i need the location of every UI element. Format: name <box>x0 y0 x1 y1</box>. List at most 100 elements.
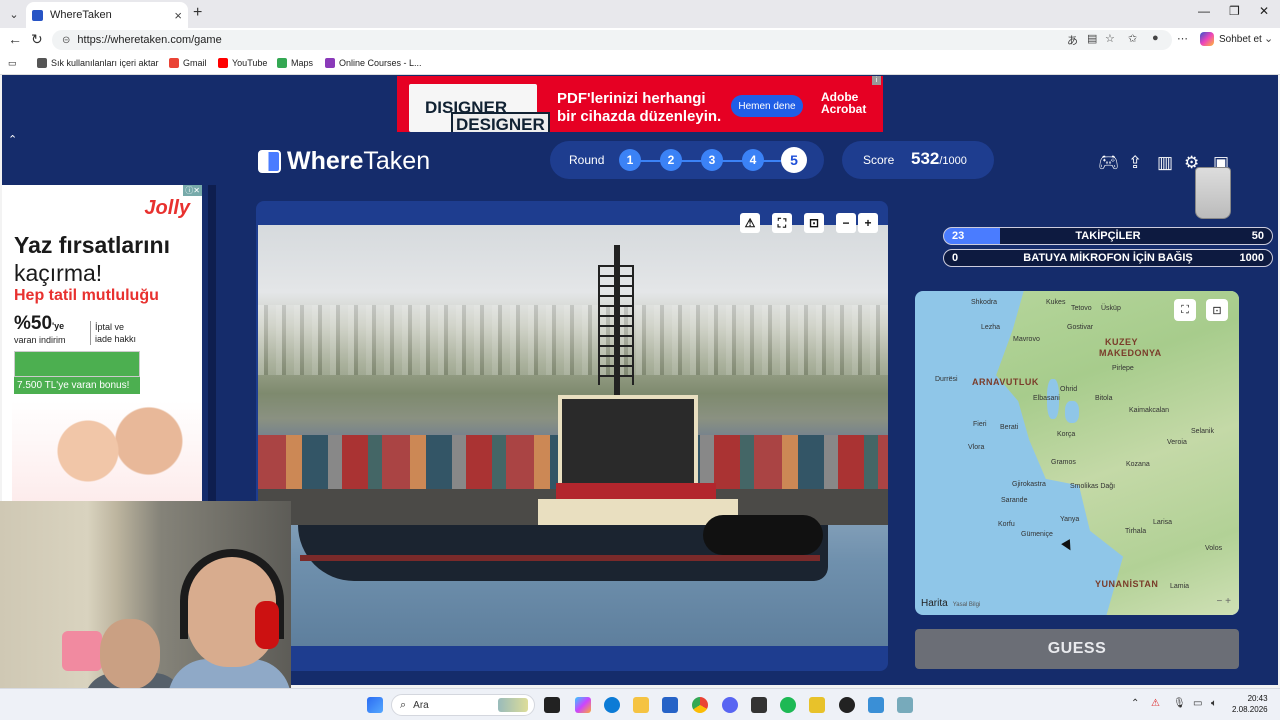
map-fullscreen-icon[interactable]: ⛶ <box>1174 299 1196 321</box>
fullscreen-icon[interactable]: ⛶ <box>772 213 792 233</box>
gamepad-icon[interactable]: 🎮︎ <box>1098 153 1120 173</box>
copilot-button[interactable]: Sohbet et <box>1200 32 1262 46</box>
goal-label: BATUYA MİKROFON İÇİN BAĞIŞ <box>1023 252 1193 264</box>
translate-icon[interactable]: あ <box>1067 32 1078 48</box>
round-dot-2: 2 <box>660 149 682 171</box>
map-label: Elbasani <box>1033 395 1060 402</box>
ad-info-icon[interactable]: i <box>872 76 881 85</box>
bookmarks-bar: ▭ Sık kullanılanları içeri aktar Gmail Y… <box>0 52 1280 75</box>
restore-icon[interactable]: ❐ <box>1229 4 1240 18</box>
courses-icon <box>325 58 335 68</box>
tab-bar: ⌄ WhereTaken × + — ❐ ✕ <box>0 0 1280 28</box>
new-tab-button[interactable]: + <box>193 4 202 22</box>
file-explorer-icon[interactable] <box>633 697 649 713</box>
goal-target: 50 <box>1251 230 1264 242</box>
map-label: Gjirokastra <box>1012 481 1046 488</box>
discord-icon[interactable] <box>722 697 738 713</box>
ad-brand-line2: Acrobat <box>821 102 867 116</box>
more-menu-icon[interactable]: ⋯ <box>1177 32 1188 45</box>
sidebar-toggle-icon[interactable]: ▭ <box>8 58 17 69</box>
microphone-icon[interactable]: 🎙︎ <box>1173 698 1186 709</box>
score-max: /1000 <box>939 155 967 167</box>
ad-cta-button[interactable]: Hemen dene <box>731 95 803 117</box>
wheretaken-logo[interactable]: Where Taken <box>258 147 430 176</box>
tab-title: WhereTaken <box>50 9 112 21</box>
ad-people-image <box>12 401 202 501</box>
ad-text-line1: PDF'lerinizi herhangi <box>557 90 706 107</box>
tab-list-icon[interactable]: ⌄ <box>4 4 24 24</box>
reader-icon[interactable]: ▤ <box>1087 32 1097 45</box>
map-zoom-controls[interactable]: − + <box>1217 596 1231 607</box>
map-label: Gostivar <box>1067 324 1094 331</box>
obs-icon[interactable] <box>839 697 855 713</box>
logo-taken: Taken <box>363 147 431 175</box>
zoom-out-icon[interactable]: − <box>836 213 856 233</box>
notes-icon[interactable] <box>809 697 825 713</box>
screenshot-icon[interactable]: ⊡ <box>804 213 824 233</box>
clock[interactable]: 20:43 2.08.2026 <box>1232 693 1268 715</box>
taskbar: ⌕ Ara ⌃ ⚠ 🎙︎ ▭ 🔈︎ 20:43 2.08.2026 <box>0 688 1280 720</box>
round-indicator: Round 1 2 3 4 5 <box>550 141 824 179</box>
map-legal[interactable]: Yasal Bilgi <box>953 602 981 608</box>
guess-map[interactable]: Shkodra Kukes Tetovo Üsküp Lezha Gostivar Mavr… <box>915 291 1239 615</box>
close-tab-icon[interactable]: × <box>174 8 182 23</box>
map-label: Tetovo <box>1071 305 1092 312</box>
map-label: Gümeniçe <box>1021 531 1053 538</box>
ad-brand: Adobe Acrobat <box>821 91 866 115</box>
guess-button[interactable]: GUESS <box>915 629 1239 669</box>
remote-icon[interactable] <box>868 697 884 713</box>
chevron-down-icon[interactable]: ⌄ <box>1264 32 1273 45</box>
map-label: Kukes <box>1046 299 1066 306</box>
bookmark-online-courses[interactable]: Online Courses - L... <box>325 58 422 68</box>
bookmark-import[interactable]: Sık kullanılanları içeri aktar <box>37 58 159 68</box>
url-field[interactable]: ⊝ https://wheretaken.com/game <box>52 30 1172 50</box>
profile-icon[interactable]: ● <box>1152 32 1159 44</box>
location-photo[interactable] <box>258 225 888 646</box>
bookmark-gmail[interactable]: Gmail <box>169 58 207 68</box>
goal-label: TAKİPÇİLER <box>1075 230 1141 242</box>
ad-banner-left[interactable]: ⓘ✕ Jolly Yaz fırsatlarını kaçırma! Hep t… <box>2 185 202 501</box>
close-window-icon[interactable]: ✕ <box>1259 4 1269 18</box>
map-screenshot-icon[interactable]: ⊡ <box>1206 299 1228 321</box>
minimize-icon[interactable]: — <box>1198 4 1210 18</box>
round-dot-5-current: 5 <box>781 147 807 173</box>
map-attribution: Harita Yasal Bilgi <box>921 598 980 609</box>
store-icon[interactable] <box>662 697 678 713</box>
zoom-in-icon[interactable]: + <box>858 213 878 233</box>
share-icon[interactable]: ⇪ <box>1128 153 1142 173</box>
map-label: Korça <box>1057 431 1076 438</box>
bookmark-youtube[interactable]: YouTube <box>218 58 267 68</box>
bookmark-label: YouTube <box>232 58 268 68</box>
ad-discount-suffix: 'ye <box>52 321 65 331</box>
app-icon[interactable] <box>751 697 767 713</box>
favorite-star-icon[interactable]: ☆ <box>1105 32 1115 45</box>
refresh-icon[interactable]: ↻ <box>31 31 43 48</box>
collections-icon[interactable]: ✩ <box>1128 32 1137 45</box>
volume-icon[interactable]: 🔈︎ <box>1211 698 1217 709</box>
site-info-icon[interactable]: ⊝ <box>62 35 70 46</box>
settings-app-icon[interactable] <box>897 697 913 713</box>
start-icon[interactable] <box>367 697 383 713</box>
score-label: Score <box>863 153 895 167</box>
tab-wheretaken[interactable]: WhereTaken × <box>26 2 188 28</box>
map-label: Tirhala <box>1125 528 1147 535</box>
report-warning-icon[interactable]: ⚠ <box>740 213 760 233</box>
network-icon[interactable]: ▭ <box>1193 698 1202 709</box>
copilot-app-icon[interactable] <box>575 697 591 713</box>
edge-icon[interactable] <box>604 697 620 713</box>
game-header: Where Taken Round 1 2 3 4 5 Score 532/100… <box>2 135 1278 187</box>
tray-antivirus-icon[interactable]: ⚠ <box>1151 698 1160 709</box>
taskbar-search[interactable]: ⌕ Ara <box>391 694 535 716</box>
ad-text-line2: bir cihazda düzenleyin. <box>557 108 722 125</box>
ad-discount-sub: varan indirim <box>14 335 66 345</box>
back-icon[interactable]: ← <box>8 31 22 47</box>
goal-current: 23 <box>952 230 965 242</box>
ad-banner-top[interactable]: DISIGNER DESIGNER PDF'lerinizi herhangi … <box>397 76 883 132</box>
spotify-icon[interactable] <box>780 697 796 713</box>
bookmark-maps[interactable]: Maps <box>277 58 313 68</box>
ad-close-icon[interactable]: ⓘ✕ <box>183 185 202 196</box>
chrome-icon[interactable] <box>692 697 708 713</box>
tray-chevron-icon[interactable]: ⌃ <box>1131 698 1139 709</box>
task-view-icon[interactable] <box>544 697 560 713</box>
stats-icon[interactable]: ▥ <box>1157 153 1173 173</box>
